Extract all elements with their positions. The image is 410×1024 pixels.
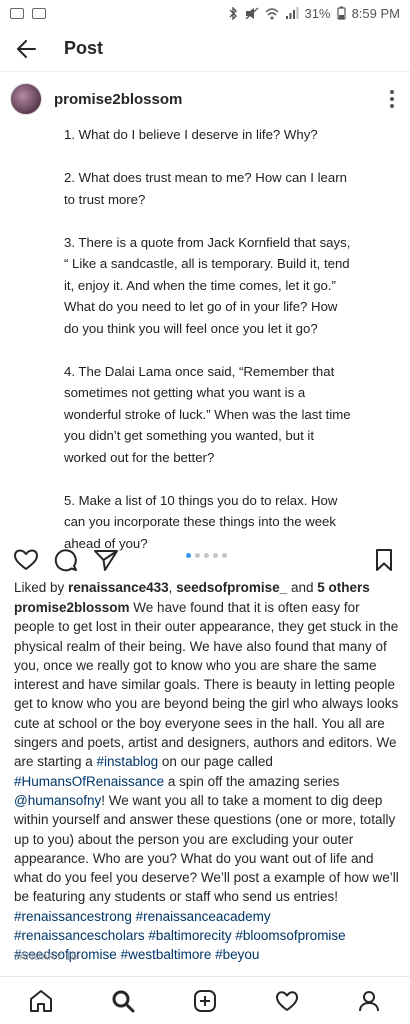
hashtag-link[interactable]: #baltimorecity <box>148 928 231 943</box>
post-actions <box>0 542 410 578</box>
post-date: JANUARY 19 <box>14 952 78 963</box>
back-button[interactable] <box>14 37 38 61</box>
share-icon <box>94 550 118 571</box>
hashtag-link[interactable]: #instablog <box>97 754 159 769</box>
battery-percent: 31% <box>304 5 331 21</box>
carousel-dot-active <box>186 553 191 558</box>
like-button[interactable] <box>12 546 40 574</box>
back-arrow-icon <box>17 39 36 58</box>
question-4: 4. The Dalai Lama once said, “Remember t… <box>64 363 351 465</box>
profile-icon <box>359 990 379 1011</box>
post-image[interactable]: 1. What do I believe I deserve in life? … <box>0 124 410 551</box>
hashtag-link[interactable]: #HumansOfRenaissance <box>14 774 164 789</box>
share-button[interactable] <box>92 546 120 574</box>
liker-1[interactable]: renaissance433 <box>68 580 169 595</box>
signal-icon <box>285 6 299 19</box>
add-post-icon <box>194 989 216 1012</box>
battery-icon <box>336 6 346 20</box>
carousel-dot <box>195 553 200 558</box>
post-header: promise2blossom <box>0 74 410 124</box>
page-title: Post <box>64 38 104 58</box>
nav-add-post[interactable] <box>189 985 221 1017</box>
nav-search[interactable] <box>107 985 139 1017</box>
caption-text: on our page called <box>158 754 273 770</box>
bookmark-icon <box>376 549 392 571</box>
more-options-icon <box>390 90 394 94</box>
avatar[interactable] <box>10 83 42 115</box>
question-3: 3. There is a quote from Jack Kornfield … <box>64 234 351 336</box>
wifi-icon <box>265 7 279 19</box>
more-options-dot <box>390 97 394 101</box>
status-bar: 31% 8:59 PM <box>0 0 410 26</box>
mail-icon <box>10 7 24 19</box>
hashtag-link[interactable]: #renaissancescholars <box>14 928 145 943</box>
hashtag-link[interactable]: #bloomsofpromise <box>235 928 345 943</box>
more-options-button[interactable] <box>384 87 400 111</box>
caption-text: ! We want you all to take a moment to di… <box>14 792 399 905</box>
status-notifications <box>10 7 46 19</box>
caption-text: We have found that it is often easy for … <box>14 600 399 770</box>
carousel-dot <box>204 553 209 558</box>
post-caption: promise2blossom We have found that it is… <box>14 598 400 965</box>
comment-button[interactable] <box>52 546 80 574</box>
question-2: 2. What does trust mean to me? How can I… <box>64 170 347 207</box>
mention-link[interactable]: @humansofny <box>14 793 101 808</box>
hashtag-link[interactable]: #beyou <box>215 947 259 962</box>
caption-username[interactable]: promise2blossom <box>14 600 130 615</box>
heart-icon <box>14 549 38 570</box>
save-button[interactable] <box>370 546 398 574</box>
status-indicators: 31% 8:59 PM <box>227 6 400 21</box>
nav-profile[interactable] <box>353 985 385 1017</box>
liker-2[interactable]: seedsofpromise_ <box>176 580 287 595</box>
nav-home[interactable] <box>25 985 57 1017</box>
carousel-dot <box>213 553 218 558</box>
activity-heart-icon <box>276 990 298 1011</box>
likes-others[interactable]: 5 others <box>317 580 370 595</box>
caption-text: a spin off the amazing series <box>164 773 340 789</box>
carousel-dot <box>222 553 227 558</box>
post-username[interactable]: promise2blossom <box>54 91 182 108</box>
hashtag-link[interactable]: #renaissancestrong <box>14 909 132 924</box>
likes-prefix: Liked by <box>14 580 69 595</box>
likes-summary[interactable]: Liked by renaissance433, seedsofpromise_… <box>14 578 400 598</box>
likes-separator: , <box>168 580 177 595</box>
mute-icon <box>245 7 258 19</box>
hashtag-link[interactable]: #westbaltimore <box>121 947 212 962</box>
search-icon <box>112 990 135 1012</box>
home-icon <box>30 989 52 1012</box>
app-header: Post <box>0 26 410 72</box>
bottom-nav <box>0 976 410 1024</box>
likes-and: and <box>287 580 318 595</box>
question-1: 1. What do I believe I deserve in life? … <box>64 127 318 142</box>
nav-activity[interactable] <box>271 985 303 1017</box>
image-icon <box>32 7 46 19</box>
hashtag-link[interactable]: #renaissanceacademy <box>136 909 271 924</box>
more-options-dot <box>390 104 394 108</box>
comment-icon <box>54 549 77 572</box>
carousel-indicator <box>186 553 227 558</box>
bluetooth-icon <box>229 6 237 20</box>
clock: 8:59 PM <box>351 5 400 21</box>
